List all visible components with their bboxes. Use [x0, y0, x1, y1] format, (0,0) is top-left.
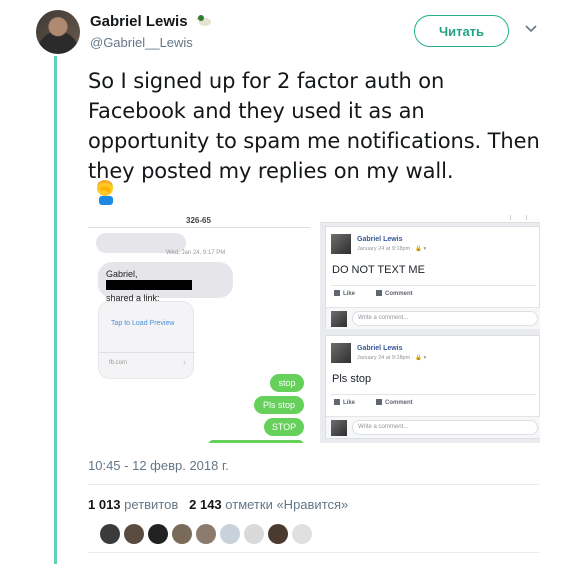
liker-avatar[interactable]: [268, 524, 288, 544]
like-label: Like: [343, 400, 356, 406]
facebook-post-avatar: [331, 343, 351, 363]
duck-icon: [196, 15, 211, 26]
follow-button[interactable]: Читать: [414, 15, 509, 47]
facebook-post-time: January 24 at 9:18pm · 🔒 ▾: [357, 246, 427, 252]
facebook-post-author: Gabriel Lewis: [357, 345, 403, 352]
retweet-label[interactable]: ретвитов: [124, 497, 178, 512]
preview-domain: fb.com: [109, 360, 128, 366]
facebook-divider: [331, 285, 536, 286]
liker-avatar[interactable]: [100, 524, 120, 544]
comment-icon: [376, 290, 382, 296]
strip-tick: [526, 215, 527, 220]
retweet-count[interactable]: 1 013: [88, 497, 121, 512]
liker-avatar[interactable]: [148, 524, 168, 544]
liker-avatar[interactable]: [292, 524, 312, 544]
facebook-screenshot: Gabriel Lewis January 24 at 9:18pm · 🔒 ▾…: [320, 213, 540, 443]
liker-avatar[interactable]: [124, 524, 144, 544]
comment-icon: [376, 399, 382, 405]
comment-label: Comment: [385, 400, 413, 406]
facepalm-emoji-icon: [97, 180, 113, 205]
sms-reply-pls-stop: Pls stop: [254, 396, 304, 414]
like-label[interactable]: отметки «Нравится»: [225, 497, 348, 512]
like-label: Like: [343, 291, 356, 297]
divider: [88, 552, 539, 553]
facebook-post: Gabriel Lewis January 24 at 9:18pm · 🔒 ▾…: [325, 335, 540, 439]
chevron-down-icon[interactable]: [524, 24, 538, 34]
author-avatar[interactable]: [36, 10, 80, 54]
sms-bubble-incoming: Gabriel, shared a link:: [98, 262, 233, 303]
thumbs-up-icon: [334, 290, 340, 296]
sms-screenshot: 326-65 Wed, Jan 24, 9:17 PM Gabriel, sha…: [88, 213, 310, 443]
author-handle[interactable]: @Gabriel__Lewis: [90, 35, 212, 50]
author-name[interactable]: Gabriel Lewis: [90, 13, 188, 30]
like-count[interactable]: 2 143: [189, 497, 222, 512]
comment-label: Comment: [385, 291, 413, 297]
facebook-post-avatar: [331, 234, 351, 254]
redaction-bar: [106, 280, 192, 290]
sms-reply-stop-caps: STOP: [264, 418, 304, 436]
facebook-divider: [331, 394, 536, 395]
facebook-post-author: Gabriel Lewis: [357, 236, 403, 243]
facebook-post-time: January 24 at 9:18pm · 🔒 ▾: [357, 355, 427, 361]
sms-reply-stop: stop: [270, 374, 304, 392]
liker-avatar[interactable]: [172, 524, 192, 544]
sms-line-1: Gabriel,: [106, 269, 138, 279]
liker-avatar[interactable]: [244, 524, 264, 544]
facebook-comment-row: Write a comment...: [326, 416, 540, 438]
facebook-like-action: Like: [334, 399, 355, 406]
strip-tick: [510, 215, 511, 220]
facebook-post: Gabriel Lewis January 24 at 9:18pm · 🔒 ▾…: [325, 226, 540, 329]
liker-avatar[interactable]: [220, 524, 240, 544]
link-preview-card: Tap to Load Preview fb.com ›: [98, 301, 195, 379]
tweet-stats: 1 013 ретвитов 2 143 отметки «Нравится»: [88, 497, 348, 512]
thumbs-up-icon: [334, 399, 340, 405]
facebook-like-action: Like: [334, 290, 355, 297]
commenter-avatar: [331, 311, 347, 327]
chevron-right-icon: ›: [183, 357, 186, 367]
facebook-top-strip: [320, 213, 540, 223]
liker-avatar[interactable]: [196, 524, 216, 544]
write-comment-field: Write a comment...: [352, 420, 538, 435]
sms-header-divider: [88, 227, 310, 228]
tweet-text: So I signed up for 2 factor auth on Face…: [88, 69, 540, 183]
commenter-avatar: [331, 420, 347, 436]
sms-reply-cut-off: [208, 440, 304, 443]
tweet-timestamp[interactable]: 10:45 - 12 февр. 2018 г.: [88, 458, 229, 473]
facebook-comment-action: Comment: [376, 290, 413, 297]
tweet-media[interactable]: 326-65 Wed, Jan 24, 9:17 PM Gabriel, sha…: [88, 213, 540, 443]
preview-divider: [99, 352, 195, 353]
facebook-post-body: Pls stop: [332, 373, 372, 385]
facebook-comment-row: Write a comment...: [326, 307, 540, 329]
facebook-post-body: DO NOT TEXT ME: [332, 264, 425, 276]
author-block: Gabriel Lewis @Gabriel__Lewis: [90, 13, 212, 50]
liker-avatars: [100, 524, 316, 544]
thread-line: [54, 56, 57, 564]
sms-date: Wed, Jan 24, 9:17 PM: [166, 250, 226, 256]
sms-sender-number: 326-65: [186, 216, 211, 225]
divider: [88, 484, 539, 485]
write-comment-field: Write a comment...: [352, 311, 538, 326]
preview-link-text: Tap to Load Preview: [111, 320, 175, 327]
facebook-comment-action: Comment: [376, 399, 413, 406]
